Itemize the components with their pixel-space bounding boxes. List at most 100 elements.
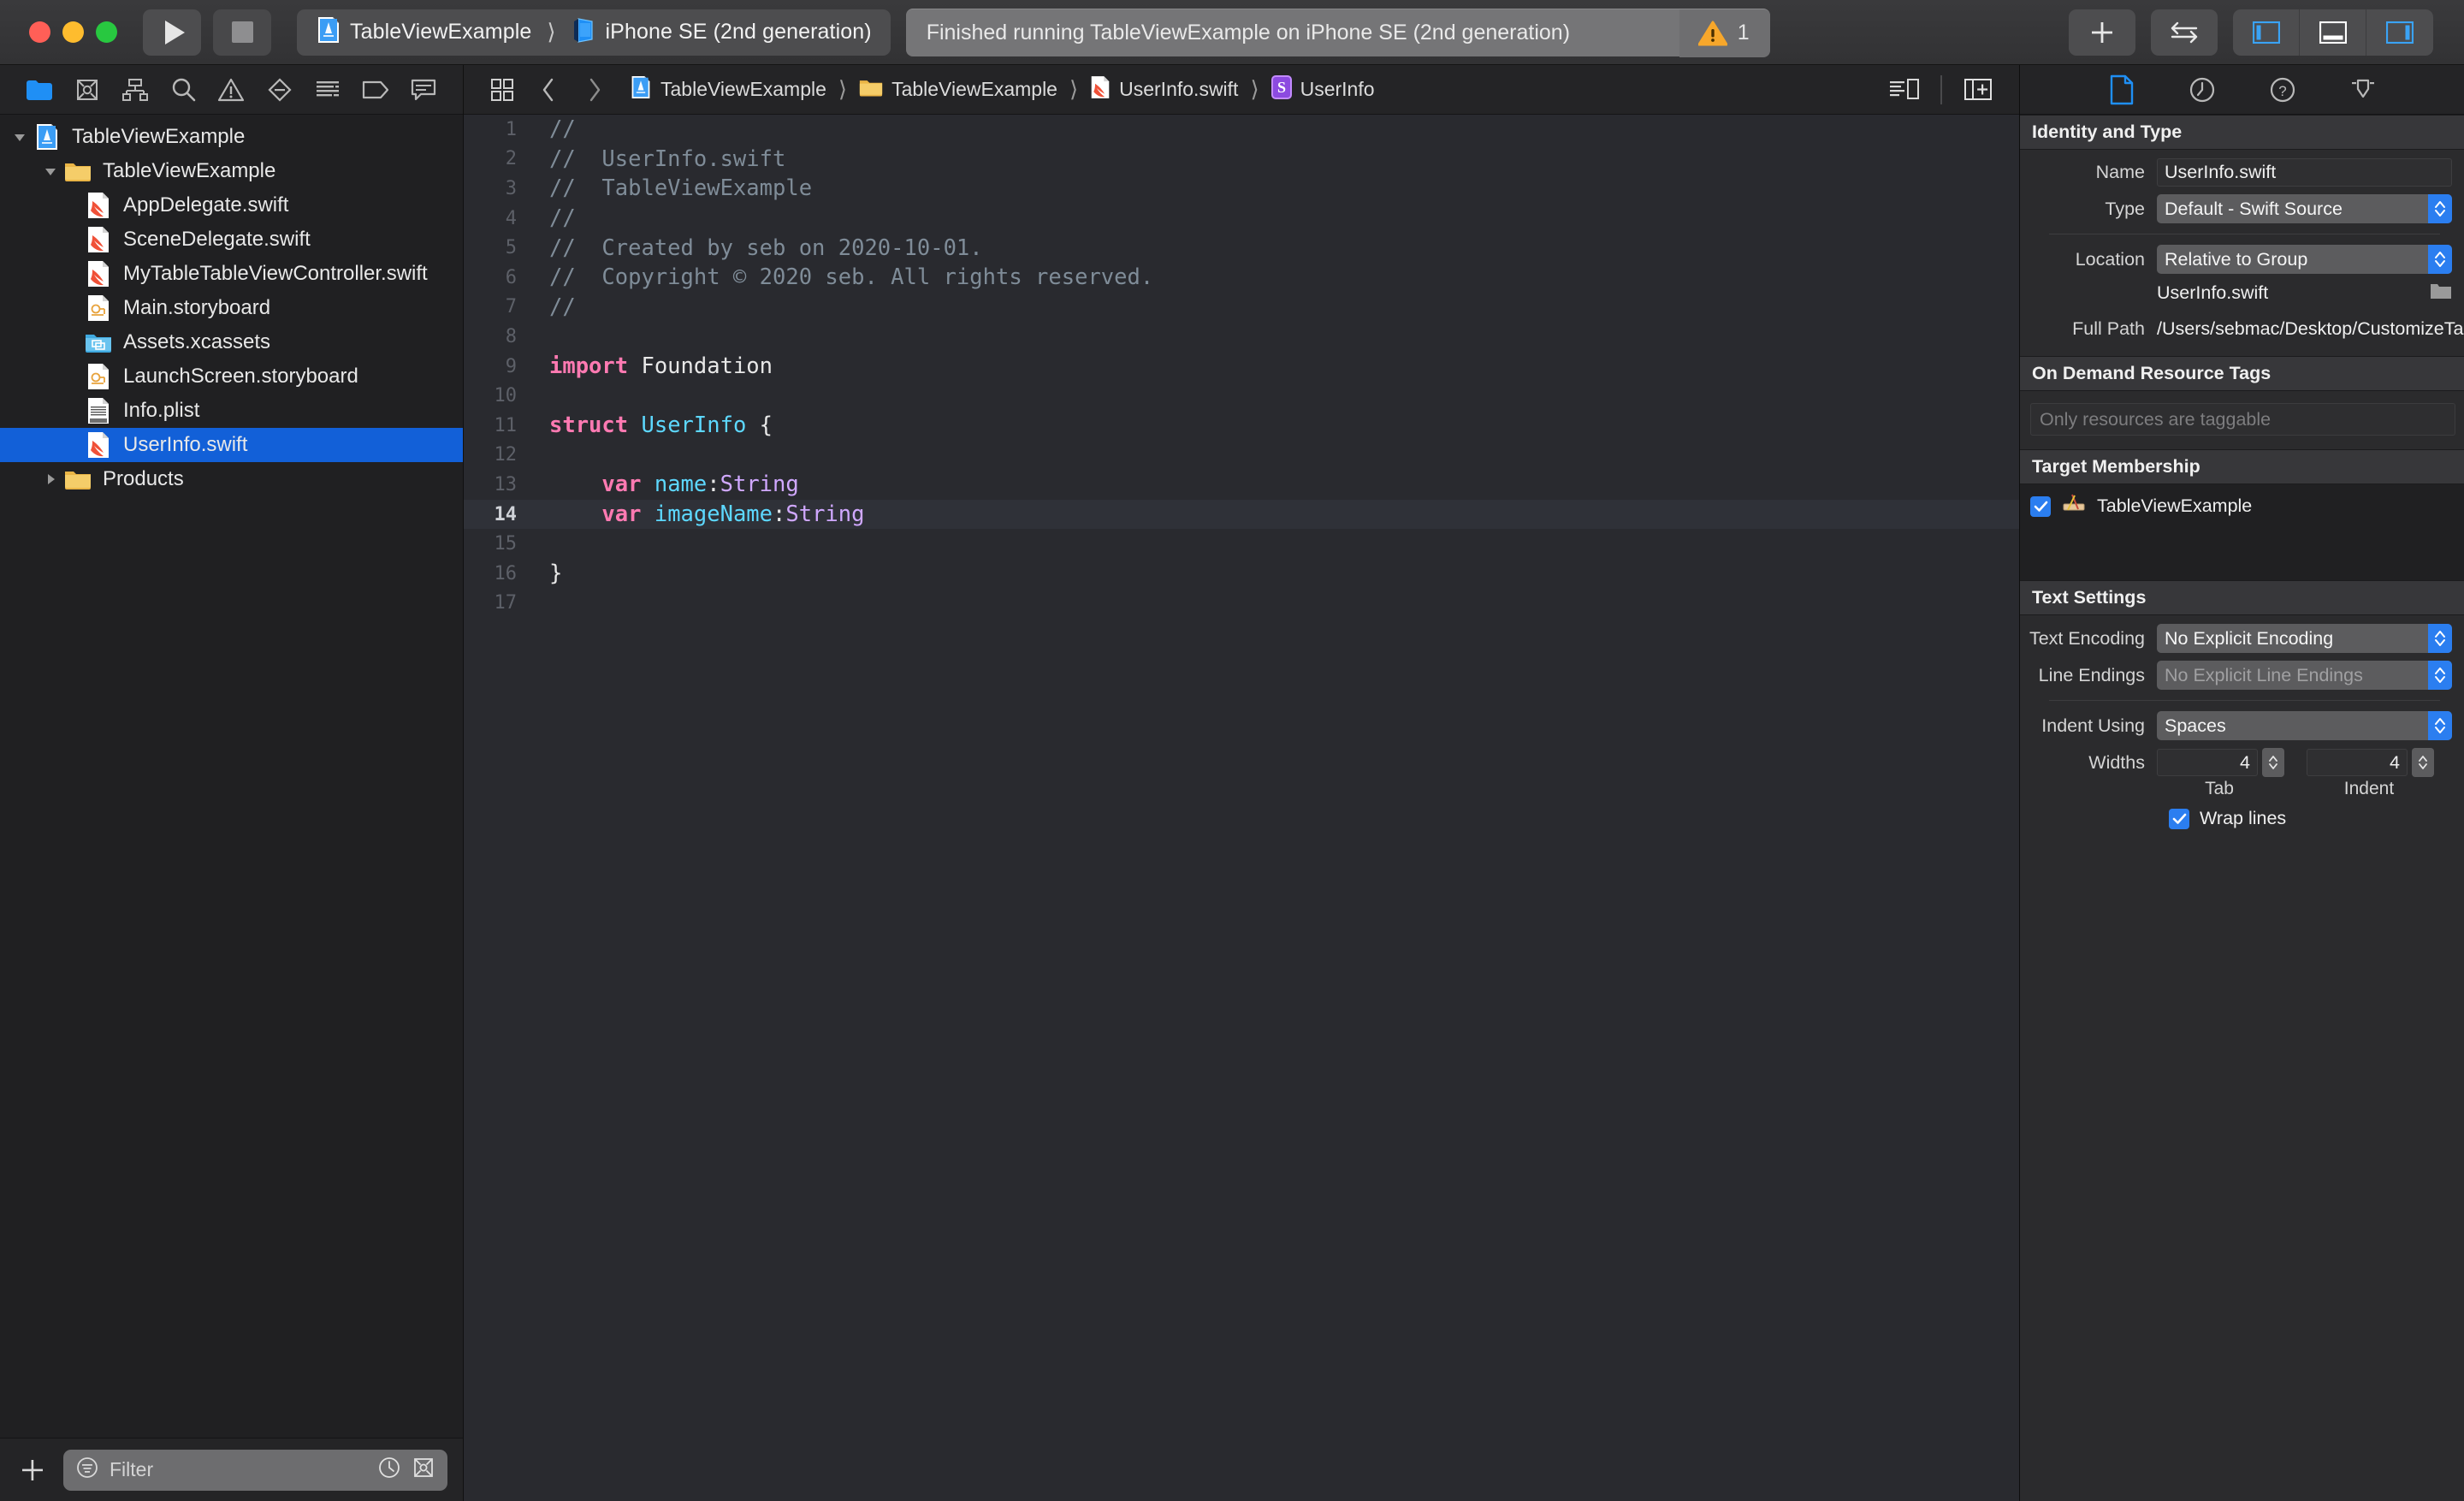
minimap-toggle-icon[interactable] <box>1879 70 1930 110</box>
code-line: 11 struct UserInfo { <box>464 411 2019 441</box>
name-field-row: Name UserInfo.swift <box>2029 158 2452 187</box>
source-control-navigator-icon[interactable] <box>63 70 111 110</box>
indent-width-input[interactable]: 4 <box>2307 749 2408 777</box>
xcode-project-icon <box>630 75 652 104</box>
tree-item-file[interactable]: LaunchScreen.storyboard <box>0 359 463 394</box>
report-navigator-icon[interactable] <box>304 70 352 110</box>
indent-width-stepper[interactable] <box>2412 748 2434 778</box>
add-button[interactable] <box>2069 9 2135 56</box>
related-items-icon[interactable] <box>479 70 525 110</box>
stop-button[interactable] <box>213 9 271 56</box>
type-popup-button[interactable]: Default - Swift Source <box>2157 194 2452 223</box>
debug-navigator-icon[interactable] <box>400 70 447 110</box>
line-number: 7 <box>505 296 517 318</box>
warning-triangle-icon <box>1697 21 1727 46</box>
wrap-lines-checkbox[interactable] <box>2169 808 2189 829</box>
scheme-name: TableViewExample <box>350 20 532 44</box>
breadcrumb-item-file[interactable]: UserInfo.swift <box>1085 75 1243 104</box>
zoom-window-button[interactable] <box>96 21 117 43</box>
xcode-project-icon <box>33 122 62 151</box>
text-settings-section-header: Text Settings <box>2020 580 2464 616</box>
toggle-panels-button[interactable] <box>2151 9 2218 56</box>
tab-width-input[interactable]: 4 <box>2157 749 2258 777</box>
tree-item-file-selected[interactable]: UserInfo.swift <box>0 428 463 462</box>
issue-navigator-icon[interactable] <box>207 70 255 110</box>
run-button[interactable] <box>143 9 201 56</box>
activity-status-bar[interactable]: Finished running TableViewExample on iPh… <box>905 8 1770 57</box>
svg-text:S: S <box>1277 79 1286 96</box>
find-navigator-icon[interactable] <box>159 70 207 110</box>
tree-item-file[interactable]: AppDelegate.swift <box>0 188 463 222</box>
tree-item-file[interactable]: MyTableTableViewController.swift <box>0 257 463 291</box>
name-input[interactable]: UserInfo.swift <box>2157 158 2452 187</box>
back-button[interactable] <box>525 70 572 110</box>
disclosure-triangle-right-icon[interactable] <box>38 471 63 488</box>
line-content: struct UserInfo { <box>549 412 773 439</box>
breadcrumb-item-project[interactable]: TableViewExample <box>625 75 832 104</box>
issue-count-chip[interactable]: 1 <box>1679 9 1770 57</box>
widths-label: Widths <box>2088 751 2145 773</box>
location-popup-button[interactable]: Relative to Group <box>2157 245 2452 274</box>
wrap-lines-row[interactable]: Wrap lines <box>2029 808 2452 829</box>
tree-item-label: Assets.xcassets <box>123 330 271 353</box>
tree-item-label: TableViewExample <box>103 159 276 182</box>
choose-folder-icon[interactable] <box>2430 282 2452 305</box>
encoding-popup-button[interactable]: No Explicit Encoding <box>2157 624 2452 654</box>
close-window-button[interactable] <box>29 21 50 43</box>
target-membership-row[interactable]: TableViewExample <box>2030 493 2454 519</box>
debug-area-toggle-button[interactable] <box>2300 9 2366 56</box>
file-inspector-icon[interactable] <box>2102 72 2141 108</box>
breadcrumb-item-symbol[interactable]: S UserInfo <box>1266 75 1380 104</box>
encoding-value: No Explicit Encoding <box>2165 627 2334 649</box>
tree-item-file[interactable]: Assets.xcassets <box>0 325 463 359</box>
tree-item-label: LaunchScreen.storyboard <box>123 365 358 388</box>
source-code-editor[interactable]: 1 // 2 // UserInfo.swift 3 // TableViewExam… <box>464 115 2019 1501</box>
source-control-filter-icon[interactable] <box>412 1456 435 1484</box>
tree-item-label: UserInfo.swift <box>123 433 248 456</box>
file-name-value: UserInfo.swift <box>2157 282 2269 303</box>
indent-using-popup-button[interactable]: Spaces <box>2157 711 2452 741</box>
play-icon <box>164 20 185 44</box>
tree-item-group[interactable]: TableViewExample <box>0 154 463 188</box>
breakpoint-navigator-icon[interactable] <box>256 70 304 110</box>
code-line: 16} <box>464 559 2019 589</box>
recent-clock-icon[interactable] <box>377 1456 401 1484</box>
test-navigator-icon[interactable] <box>352 70 400 110</box>
locking-inspector-icon[interactable] <box>2343 72 2383 108</box>
quick-help-inspector-icon[interactable]: ? <box>2263 72 2302 108</box>
destination-name: iPhone SE (2nd generation) <box>605 20 872 44</box>
titlebar-right-controls <box>2053 9 2445 56</box>
disclosure-triangle-down-icon[interactable] <box>38 163 63 180</box>
line-endings-popup-button[interactable]: No Explicit Line Endings <box>2157 661 2452 691</box>
chevron-updown-icon <box>2428 194 2452 223</box>
editor-jump-bar: TableViewExample ⟩ TableViewExample ⟩ Us… <box>464 65 2019 115</box>
code-line: 6 // Copyright © 2020 seb. All rights res… <box>464 263 2019 293</box>
tree-item-file[interactable]: SceneDelegate.swift <box>0 222 463 257</box>
tree-item-project[interactable]: TableViewExample <box>0 120 463 154</box>
tree-item-products[interactable]: Products <box>0 462 463 496</box>
add-editor-icon[interactable] <box>1952 70 2004 110</box>
project-navigator-icon[interactable] <box>15 70 63 110</box>
project-file-tree[interactable]: TableViewExample TableViewExample AppDel… <box>0 115 463 1438</box>
tree-item-file[interactable]: Main.storyboard <box>0 291 463 325</box>
navigator-toggle-button[interactable] <box>2233 9 2300 56</box>
full-path-value: /Users/sebmac/Desktop/CustomizeTableView… <box>2157 318 2464 339</box>
main-split-view: TableViewExample TableViewExample AppDel… <box>0 65 2464 1501</box>
add-file-button[interactable] <box>15 1453 50 1487</box>
ondemand-tags-input[interactable]: Only resources are taggable <box>2030 403 2455 436</box>
simulator-device-icon <box>572 16 597 48</box>
folder-icon <box>63 465 92 494</box>
breadcrumb-item-group[interactable]: TableViewExample <box>854 77 1063 102</box>
disclosure-triangle-down-icon[interactable] <box>7 128 33 145</box>
inspector-toggle-button[interactable] <box>2366 9 2433 56</box>
tree-item-file[interactable]: Info.plist <box>0 394 463 428</box>
minimize-window-button[interactable] <box>62 21 84 43</box>
history-inspector-icon[interactable] <box>2183 72 2222 108</box>
scheme-destination-selector[interactable]: TableViewExample ⟩ iPhone SE (2nd genera… <box>297 9 891 56</box>
tab-width-stepper[interactable] <box>2262 748 2284 778</box>
filter-input[interactable]: Filter <box>63 1449 447 1491</box>
breadcrumb: TableViewExample ⟩ TableViewExample ⟩ Us… <box>625 75 1380 104</box>
symbol-navigator-icon[interactable] <box>111 70 159 110</box>
target-membership-checkbox[interactable] <box>2030 495 2051 517</box>
forward-button[interactable] <box>572 70 618 110</box>
